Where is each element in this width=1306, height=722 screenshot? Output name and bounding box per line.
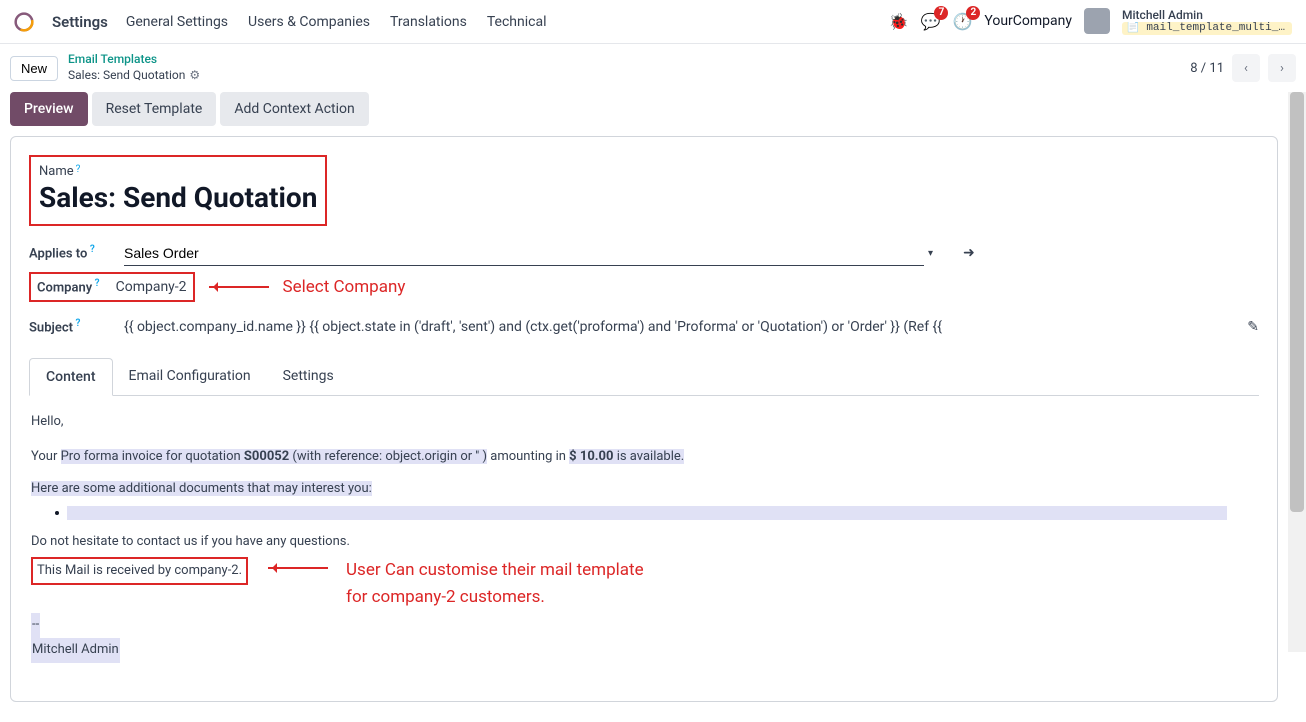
breadcrumb-bar: New Email Templates Sales: Send Quotatio… (0, 44, 1306, 92)
bullet-icon (55, 511, 59, 515)
top-nav: Settings General Settings Users & Compan… (0, 0, 1306, 44)
menu-users-companies[interactable]: Users & Companies (248, 14, 370, 30)
mail-bullet-item (55, 506, 1257, 520)
new-button[interactable]: New (10, 56, 58, 81)
company-label: Company ? (37, 278, 100, 295)
annotation-customise-row: This Mail is received by company-2. User… (31, 557, 1257, 611)
avatar[interactable] (1084, 8, 1110, 34)
user-box[interactable]: Mitchell Admin 📄 mail_template_multi_com… (1122, 8, 1292, 36)
mail-line-extra-docs: Here are some additional documents that … (31, 477, 1257, 502)
user-context: 📄 mail_template_multi_comp… (1122, 22, 1292, 35)
breadcrumb: Email Templates Sales: Send Quotation ⚙ (68, 52, 200, 83)
gear-icon[interactable]: ⚙ (189, 68, 200, 84)
edit-icon[interactable]: ✎ (1247, 319, 1259, 335)
subject-label: Subject ? (29, 318, 104, 335)
scrollbar-thumb[interactable] (1290, 92, 1304, 512)
activities-badge: 2 (966, 6, 980, 20)
subject-value[interactable]: {{ object.company_id.name }} {{ object.s… (124, 319, 1227, 335)
form-card: Name? Sales: Send Quotation Applies to ?… (10, 136, 1278, 702)
preview-button[interactable]: Preview (10, 92, 88, 126)
mail-hello: Hello, (31, 410, 1257, 435)
mail-body[interactable]: Hello, Your Pro forma invoice for quotat… (29, 396, 1259, 677)
messages-icon[interactable]: 💬7 (921, 12, 941, 31)
annotation-arrow-icon (268, 567, 328, 569)
pager-next-button[interactable]: › (1268, 54, 1296, 82)
user-name: Mitchell Admin (1122, 8, 1292, 22)
applies-to-label: Applies to ? (29, 244, 104, 261)
messages-badge: 7 (934, 6, 948, 20)
main-menu: General Settings Users & Companies Trans… (126, 14, 547, 30)
pager-prev-button[interactable]: ‹ (1232, 54, 1260, 82)
chevron-down-icon[interactable]: ▾ (928, 248, 933, 259)
bug-icon[interactable]: 🐞 (889, 12, 909, 31)
applies-to-row: Applies to ? ▾ ➜ (29, 236, 1259, 270)
name-highlight-box: Name? Sales: Send Quotation (29, 155, 327, 226)
inner-tabs: Content Email Configuration Settings (29, 358, 1259, 396)
company-selector[interactable]: YourCompany (984, 13, 1072, 29)
mail-signature: Mitchell Admin (31, 638, 1257, 663)
annotation-select-company: Select Company (283, 277, 406, 297)
company-row: Company ? Company-2 Select Company (29, 270, 1259, 304)
name-label: Name? (39, 164, 80, 179)
activities-icon[interactable]: 🕐2 (952, 12, 972, 31)
pager: 8 / 11 ‹ › (1190, 54, 1296, 82)
breadcrumb-current: Sales: Send Quotation ⚙ (68, 68, 200, 84)
company-value[interactable]: Company-2 (116, 279, 187, 295)
tab-content[interactable]: Content (29, 358, 113, 396)
mail-dash: -- (31, 613, 1257, 638)
app-logo-icon (14, 12, 34, 32)
breadcrumb-parent[interactable]: Email Templates (68, 52, 200, 68)
tab-email-configuration[interactable]: Email Configuration (113, 358, 267, 395)
subject-row: Subject ? {{ object.company_id.name }} {… (29, 310, 1259, 344)
reset-template-button[interactable]: Reset Template (92, 92, 217, 126)
name-value[interactable]: Sales: Send Quotation (39, 181, 317, 214)
company2-highlight-box: This Mail is received by company-2. (31, 557, 248, 586)
nav-right: 🐞 💬7 🕐2 YourCompany Mitchell Admin 📄 mai… (889, 8, 1292, 36)
add-context-action-button[interactable]: Add Context Action (220, 92, 368, 126)
action-buttons: Preview Reset Template Add Context Actio… (10, 92, 1278, 126)
open-related-icon[interactable]: ➜ (963, 245, 975, 261)
company-highlight-box: Company ? Company-2 (29, 272, 195, 301)
applies-to-input[interactable] (124, 241, 924, 266)
menu-technical[interactable]: Technical (487, 14, 547, 30)
menu-translations[interactable]: Translations (390, 14, 467, 30)
mail-line-contact: Do not hesitate to contact us if you hav… (31, 530, 1257, 555)
menu-general-settings[interactable]: General Settings (126, 14, 228, 30)
vertical-scrollbar[interactable] (1288, 92, 1306, 652)
app-title: Settings (52, 13, 108, 31)
annotation-arrow-icon (209, 286, 269, 288)
mail-line-proforma: Your Pro forma invoice for quotation S00… (31, 445, 1257, 470)
pager-text: 8 / 11 (1190, 61, 1224, 76)
bullet-placeholder (67, 506, 1227, 520)
tab-settings[interactable]: Settings (267, 358, 350, 395)
annotation-customise: User Can customise their mail template f… (346, 557, 644, 611)
